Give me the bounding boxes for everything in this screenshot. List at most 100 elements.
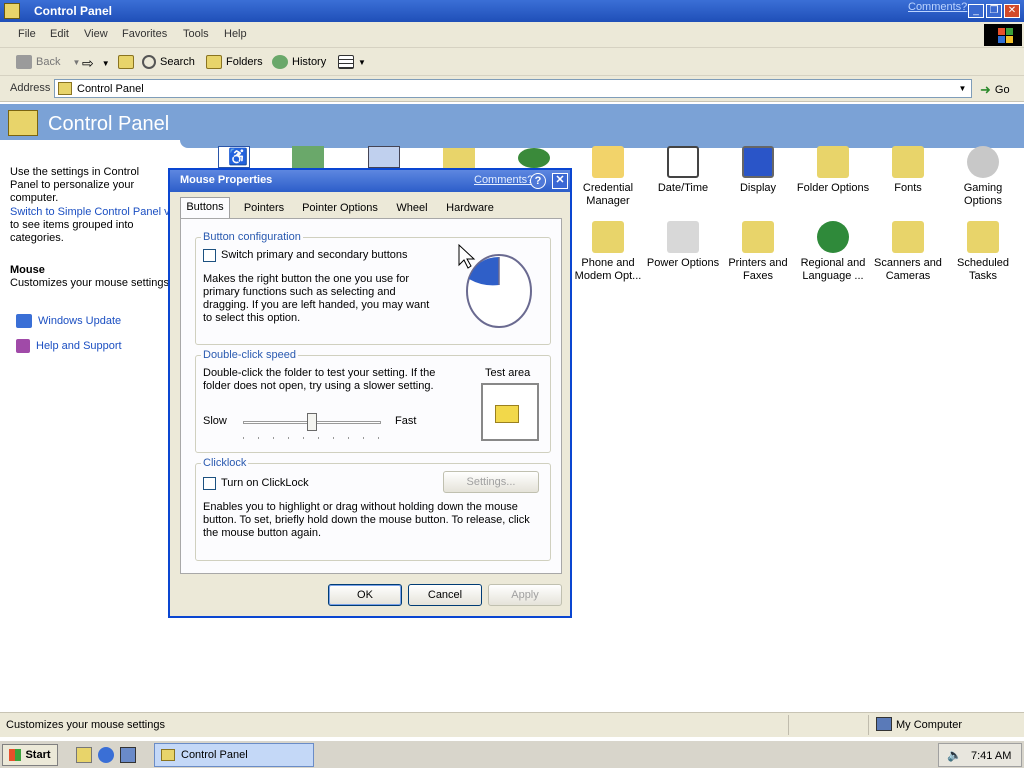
power-options-item[interactable]: Power Options	[645, 221, 721, 270]
selected-item-title: Mouse	[10, 264, 45, 276]
fonts-item[interactable]: Fonts	[870, 146, 946, 195]
add-hardware-icon[interactable]	[292, 146, 324, 168]
accessibility-icon[interactable]: ♿	[218, 146, 250, 168]
clicklock-checkbox[interactable]	[203, 477, 216, 490]
scanners-cameras-item[interactable]: Scanners and Cameras	[870, 221, 946, 283]
menu-tools[interactable]: Tools	[183, 28, 209, 40]
comments-link[interactable]: Comments?	[908, 1, 967, 13]
menu-edit[interactable]: Edit	[50, 28, 69, 40]
history-icon	[272, 55, 288, 69]
switch-buttons-label[interactable]: Switch primary and secondary buttons	[221, 249, 407, 261]
tab-buttons[interactable]: Buttons	[180, 197, 230, 219]
taskbar-control-panel[interactable]: Control Panel	[154, 743, 314, 767]
chevron-down-icon[interactable]: ▼	[954, 80, 971, 97]
back-button[interactable]: Back ▼	[16, 55, 80, 69]
folders-icon	[206, 55, 222, 69]
tab-wheel[interactable]: Wheel	[392, 199, 432, 219]
dialog-close-button[interactable]: ✕	[552, 173, 568, 189]
regional-language-item[interactable]: Regional and Language ...	[795, 221, 871, 283]
clicklock-label[interactable]: Turn on ClickLock	[221, 477, 309, 489]
help-book-icon	[16, 339, 30, 353]
tab-hardware[interactable]: Hardware	[440, 199, 500, 219]
search-button[interactable]: Search	[142, 55, 195, 69]
volume-icon[interactable]: 🔈	[947, 748, 962, 762]
test-area-box[interactable]	[481, 383, 539, 441]
menu-favorites[interactable]: Favorites	[122, 28, 167, 40]
menu-file[interactable]: File	[18, 28, 36, 40]
go-arrow-icon: ➜	[980, 82, 991, 97]
chevron-down-icon[interactable]: ▼	[72, 58, 80, 67]
fast-label: Fast	[395, 415, 417, 427]
taskbar: Start Control Panel 🔈 7:41 AM	[0, 740, 1024, 768]
my-computer-icon	[876, 717, 892, 731]
quick-launch-desktop-icon[interactable]	[76, 747, 92, 763]
quick-launch-ie-icon[interactable]	[98, 747, 114, 763]
menu-help[interactable]: Help	[224, 28, 247, 40]
ok-button[interactable]: OK	[328, 584, 402, 606]
forward-button[interactable]: ⇨ ▼	[82, 55, 110, 72]
quick-launch-explorer-icon[interactable]	[120, 747, 136, 763]
history-button[interactable]: History	[272, 55, 326, 69]
status-text: Customizes your mouse settings	[6, 719, 165, 731]
selected-item-desc: Customizes your mouse settings	[10, 277, 169, 289]
test-folder-icon[interactable]	[495, 405, 519, 423]
dialog-title: Mouse Properties	[180, 174, 273, 186]
printer-folder-icon	[742, 221, 774, 253]
up-folder-button[interactable]	[118, 55, 134, 69]
help-button[interactable]: ?	[530, 173, 546, 189]
header-title: Control Panel	[48, 113, 170, 135]
help-support-link[interactable]: Help and Support	[16, 339, 122, 353]
dialog-title-bar[interactable]: Mouse Properties Comments? ? ✕	[170, 170, 570, 192]
go-button[interactable]: ➜ Go	[980, 82, 1010, 98]
start-button[interactable]: Start	[2, 744, 58, 766]
phone-modem-item[interactable]: Phone and Modem Opt...	[570, 221, 646, 283]
gaming-options-item[interactable]: Gaming Options	[945, 146, 1021, 208]
apply-button[interactable]: Apply	[488, 584, 562, 606]
control-panel-icon	[8, 110, 38, 136]
display-monitor-icon	[742, 146, 774, 178]
windows-flag-icon	[9, 749, 22, 761]
control-panel-icon	[161, 749, 175, 761]
menu-view[interactable]: View	[84, 28, 108, 40]
intro-text: Use the settings in Control Panel to per…	[10, 166, 140, 204]
tab-pointers[interactable]: Pointers	[236, 199, 292, 219]
double-click-slider-thumb[interactable]	[307, 413, 317, 431]
cancel-button[interactable]: Cancel	[408, 584, 482, 606]
double-click-title: Double-click speed	[201, 349, 298, 361]
address-field[interactable]: Control Panel ▼	[54, 79, 972, 98]
dialog-comments-link[interactable]: Comments?	[474, 174, 533, 186]
switch-buttons-checkbox[interactable]	[203, 249, 216, 262]
windows-update-icon	[16, 314, 32, 328]
mouse-properties-dialog: Mouse Properties Comments? ? ✕ Buttons P…	[168, 168, 572, 618]
fonts-folder-icon	[892, 146, 924, 178]
close-button[interactable]: ✕	[1004, 4, 1020, 18]
switch-view-link[interactable]: Switch to Simple Control Panel view	[10, 206, 170, 219]
scheduled-tasks-item[interactable]: Scheduled Tasks	[945, 221, 1021, 283]
date-time-item[interactable]: Date/Time	[645, 146, 721, 195]
menu-bar: File Edit View Favorites Tools Help	[0, 22, 1024, 48]
tab-pointer-options[interactable]: Pointer Options	[296, 199, 384, 219]
admin-tools-icon[interactable]	[443, 148, 475, 168]
clicklock-settings-button[interactable]: Settings...	[443, 471, 539, 493]
restore-button[interactable]: ❐	[986, 4, 1002, 18]
status-zone: My Computer	[896, 719, 963, 731]
title-bar[interactable]: Control Panel Comments? _ ❐ ✕	[0, 0, 1024, 22]
add-remove-programs-icon[interactable]	[368, 146, 400, 168]
chevron-down-icon[interactable]: ▼	[102, 59, 110, 68]
address-value: Control Panel	[77, 83, 144, 95]
views-button[interactable]: ▼	[338, 55, 366, 69]
folder-options-item[interactable]: Folder Options	[795, 146, 871, 195]
folder-header: Control Panel	[0, 104, 1024, 140]
window-title: Control Panel	[34, 4, 113, 18]
minimize-button[interactable]: _	[968, 4, 984, 18]
clicklock-desc: Enables you to highlight or drag without…	[203, 501, 530, 539]
credential-manager-item[interactable]: Credential Manager	[570, 146, 646, 208]
automatic-updates-icon[interactable]	[518, 148, 550, 168]
views-icon	[338, 55, 354, 69]
printers-faxes-item[interactable]: Printers and Faxes	[720, 221, 796, 283]
folders-button[interactable]: Folders	[206, 55, 263, 69]
display-item[interactable]: Display	[720, 146, 796, 195]
windows-update-link[interactable]: Windows Update	[16, 314, 121, 328]
folder-options-icon	[817, 146, 849, 178]
calendar-clock-icon	[667, 146, 699, 178]
